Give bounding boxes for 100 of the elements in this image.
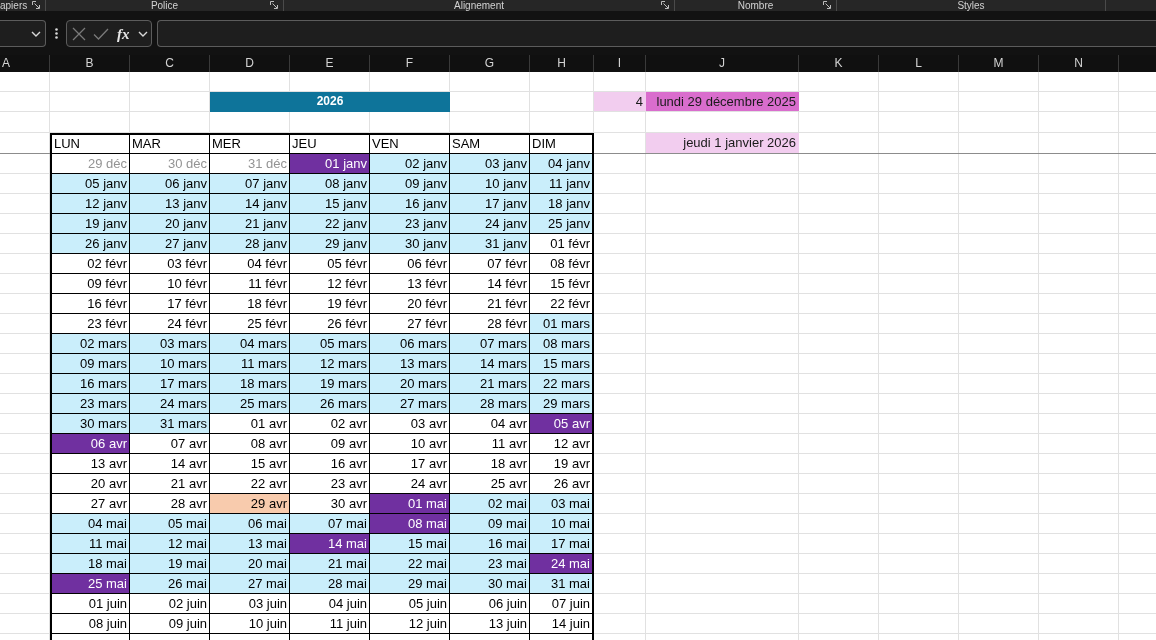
date-cell: 29 avr [210, 494, 290, 514]
date-cell: 25 mars [210, 394, 290, 414]
date-cell: 10 juin [210, 614, 290, 634]
date-cell: 14 avr [130, 454, 210, 474]
date-cell: 03 janv [450, 154, 530, 174]
date-cell: 25 janv [530, 214, 594, 234]
date-cell: 05 févr [290, 254, 370, 274]
date-cell: 26 mars [290, 394, 370, 414]
date-cell: 17 mai [530, 534, 594, 554]
date-cell: 16 févr [50, 294, 130, 314]
date-cell: 12 mai [130, 534, 210, 554]
date-cell: 04 févr [210, 254, 290, 274]
date-cell: 31 mars [130, 414, 210, 434]
date-cell: 07 juin [530, 594, 594, 614]
date-cell: 06 janv [130, 174, 210, 194]
date-cell: 26 févr [290, 314, 370, 334]
date-cell: 08 févr [530, 254, 594, 274]
date-cell: 14 févr [450, 274, 530, 294]
date-cell: 22 févr [530, 294, 594, 314]
date-cell: 29 déc [50, 154, 130, 174]
date-cell: 12 janv [50, 194, 130, 214]
date-cell: 26 janv [50, 234, 130, 254]
date-cell: 05 juin [370, 594, 450, 614]
date-cell: 18 janv [530, 194, 594, 214]
date-cell: 01 janv [290, 154, 370, 174]
date-cell: 14 janv [210, 194, 290, 214]
date-cell: 23 janv [370, 214, 450, 234]
date-cell: 15 janv [290, 194, 370, 214]
dialog-launcher-icon[interactable] [32, 1, 40, 9]
date-cell: 29 mai [370, 574, 450, 594]
date-cell: 14 juin [530, 614, 594, 634]
date-cell: 10 mai [530, 514, 594, 534]
chevron-down-icon[interactable] [137, 30, 148, 37]
date-cell: 03 mai [530, 494, 594, 514]
dialog-launcher-icon[interactable] [270, 1, 278, 9]
date-cell: 13 juin [450, 614, 530, 634]
date-cell: 09 avr [290, 434, 370, 454]
date-cell: 01 févr [530, 234, 594, 254]
date-cell: 30 avr [290, 494, 370, 514]
date-cell: 18 mars [210, 374, 290, 394]
date-cell: 13 avr [50, 454, 130, 474]
date-cell: 20 mars [370, 374, 450, 394]
close-icon[interactable] [72, 26, 86, 41]
ribbon-group-label: Alignement [454, 0, 504, 11]
dialog-launcher-icon[interactable] [661, 1, 669, 9]
date-cell: 29 janv [290, 234, 370, 254]
date-cell: 04 avr [450, 414, 530, 434]
date-cell: 18 mai [50, 554, 130, 574]
weekday-header: JEU [290, 133, 370, 154]
date-cell: 20 févr [370, 294, 450, 314]
date-cell: 02 avr [290, 414, 370, 434]
date-cell: 28 févr [450, 314, 530, 334]
date-cell: 15 mai [370, 534, 450, 554]
date-cell: 25 avr [450, 474, 530, 494]
date-cell: 19 mai [130, 554, 210, 574]
date-cell: 23 avr [290, 474, 370, 494]
date-cell: 04 mai [50, 514, 130, 534]
date-cell: 22 janv [290, 214, 370, 234]
date-cell: 26 mai [130, 574, 210, 594]
date-cell: 10 avr [370, 434, 450, 454]
more-options-icon[interactable] [55, 28, 58, 39]
date-cell: 26 avr [530, 474, 594, 494]
date-cell: 11 janv [530, 174, 594, 194]
date-cell: 24 janv [450, 214, 530, 234]
date-cell: 04 mars [210, 334, 290, 354]
weekday-header: DIM [530, 133, 594, 154]
date-cell: 09 juin [130, 614, 210, 634]
date-cell: 24 avr [370, 474, 450, 494]
insert-function-button[interactable]: fx [116, 24, 131, 43]
date-cell: 13 mars [370, 354, 450, 374]
date-cell: 18 avr [450, 454, 530, 474]
date-cell: 02 févr [50, 254, 130, 274]
date-cell: 20 mai [210, 554, 290, 574]
date-cell: 01 juin [50, 594, 130, 614]
date-cell: 04 juin [290, 594, 370, 614]
date-cell: 11 avr [450, 434, 530, 454]
date-cell: 18 févr [210, 294, 290, 314]
date-cell: 21 mai [290, 554, 370, 574]
date-cell: 04 janv [530, 154, 594, 174]
formula-input[interactable] [157, 20, 1156, 47]
date-cell: 28 mars [450, 394, 530, 414]
date-cell: 03 juin [210, 594, 290, 614]
dialog-launcher-icon[interactable] [823, 1, 831, 9]
date-cell: 31 janv [450, 234, 530, 254]
date-cell: 06 mai [210, 514, 290, 534]
date-cell: 12 mars [290, 354, 370, 374]
date-cell: 17 janv [450, 194, 530, 214]
date-cell: 07 mai [290, 514, 370, 534]
check-icon[interactable] [93, 27, 109, 40]
date-cell: 12 avr [530, 434, 594, 454]
date-cell: 01 mai [370, 494, 450, 514]
chevron-down-icon[interactable] [31, 30, 41, 37]
date-cell: 22 mai [370, 554, 450, 574]
date-cell: 22 avr [210, 474, 290, 494]
date-cell: 06 juin [450, 594, 530, 614]
date-cell: 16 avr [290, 454, 370, 474]
date-cell: 08 mars [530, 334, 594, 354]
date-cell: 23 mai [450, 554, 530, 574]
date-cell: 25 févr [210, 314, 290, 334]
date-cell: 11 mai [50, 534, 130, 554]
